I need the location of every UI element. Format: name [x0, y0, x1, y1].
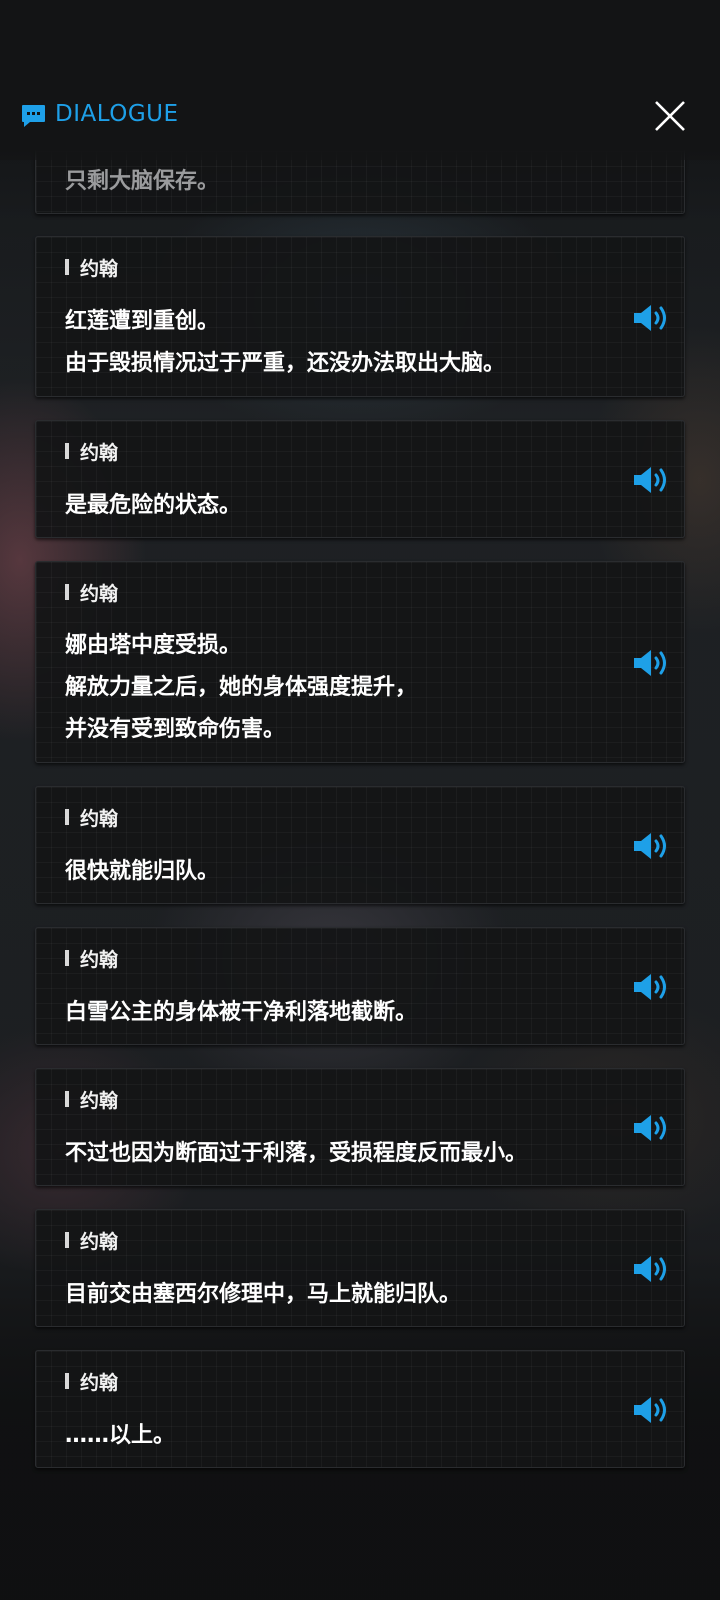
- dialogue-line: 是最危险的状态。: [65, 493, 242, 518]
- speaker-volume-icon: [634, 1397, 666, 1423]
- speaker-name: 约翰: [80, 1372, 119, 1394]
- dialogue-line: 娜由塔中度受损。: [65, 633, 242, 658]
- speaker-name: 约翰: [80, 442, 119, 464]
- dialogue-line: 由于毁损情况过于严重，还没办法取出大脑。: [65, 351, 506, 376]
- speaker-marker: [65, 259, 69, 275]
- voice-play-button[interactable]: [631, 1395, 671, 1425]
- speaker-name: 约翰: [80, 1090, 119, 1112]
- speaker-volume-icon: [634, 467, 666, 493]
- dialogue-line: 不过也因为断面过于利落，受损程度反而最小。: [65, 1141, 528, 1166]
- speaker-name: 约翰: [80, 258, 119, 280]
- dialogue-card: 约翰 很快就能归队。: [35, 786, 685, 904]
- close-button[interactable]: [652, 98, 688, 134]
- dialogue-line: 白雪公主的身体被干净利落地截断。: [65, 1000, 418, 1025]
- speaker-volume-icon: [634, 305, 666, 331]
- dialogue-line: 目前交由塞西尔修理中，马上就能归队。: [65, 1282, 462, 1307]
- dialogue-line: ……以上。: [65, 1423, 176, 1448]
- speaker-name: 约翰: [80, 583, 119, 605]
- dialogue-card: 约翰 不过也因为断面过于利落，受损程度反而最小。: [35, 1068, 685, 1186]
- speaker-volume-icon: [634, 650, 666, 676]
- dialogue-card: 约翰 ……以上。: [35, 1350, 685, 1468]
- dialogue-header: DIALOGUE: [0, 0, 720, 160]
- dialogue-title: DIALOGUE: [55, 101, 179, 127]
- speaker-volume-icon: [634, 1256, 666, 1282]
- speaker-name: 约翰: [80, 1231, 119, 1253]
- dialogue-card: 约翰 是最危险的状态。: [35, 420, 685, 538]
- chat-bubble-icon: [22, 105, 45, 127]
- speaker-volume-icon: [634, 1115, 666, 1141]
- speaker-marker: [65, 443, 69, 459]
- speaker-marker: [65, 584, 69, 600]
- voice-play-button[interactable]: [631, 831, 671, 861]
- dialogue-line: 红莲遭到重创。: [65, 309, 220, 334]
- close-icon: [655, 101, 685, 131]
- dialogue-card: 约翰 目前交由塞西尔修理中，马上就能归队。: [35, 1209, 685, 1327]
- voice-play-button[interactable]: [631, 648, 671, 678]
- voice-play-button[interactable]: [631, 465, 671, 495]
- speaker-marker: [65, 1232, 69, 1248]
- voice-play-button[interactable]: [631, 303, 671, 333]
- dialogue-line: 并没有受到致命伤害。: [65, 717, 286, 742]
- dialogue-line: 解放力量之后，她的身体强度提升，: [65, 675, 418, 700]
- speaker-marker: [65, 950, 69, 966]
- voice-play-button[interactable]: [631, 1254, 671, 1284]
- speaker-volume-icon: [634, 974, 666, 1000]
- dialogue-line: 只剩大脑保存。: [65, 169, 220, 194]
- dialogue-line: 很快就能归队。: [65, 859, 220, 884]
- dialogue-card: 约翰 红莲遭到重创。 由于毁损情况过于严重，还没办法取出大脑。: [35, 236, 685, 397]
- speaker-marker: [65, 1091, 69, 1107]
- speaker-volume-icon: [634, 833, 666, 859]
- speaker-marker: [65, 809, 69, 825]
- speaker-name: 约翰: [80, 808, 119, 830]
- speaker-marker: [65, 1373, 69, 1389]
- speaker-name: 约翰: [80, 949, 119, 971]
- dialogue-card: 约翰 娜由塔中度受损。 解放力量之后，她的身体强度提升， 并没有受到致命伤害。: [35, 561, 685, 763]
- voice-play-button[interactable]: [631, 972, 671, 1002]
- dialogue-list[interactable]: 只剩大脑保存。 约翰 红莲遭到重创。 由于毁损情况过于严重，还没办法取出大脑。 …: [35, 0, 685, 1600]
- voice-play-button[interactable]: [631, 1113, 671, 1143]
- dialogue-card: 约翰 白雪公主的身体被干净利落地截断。: [35, 927, 685, 1045]
